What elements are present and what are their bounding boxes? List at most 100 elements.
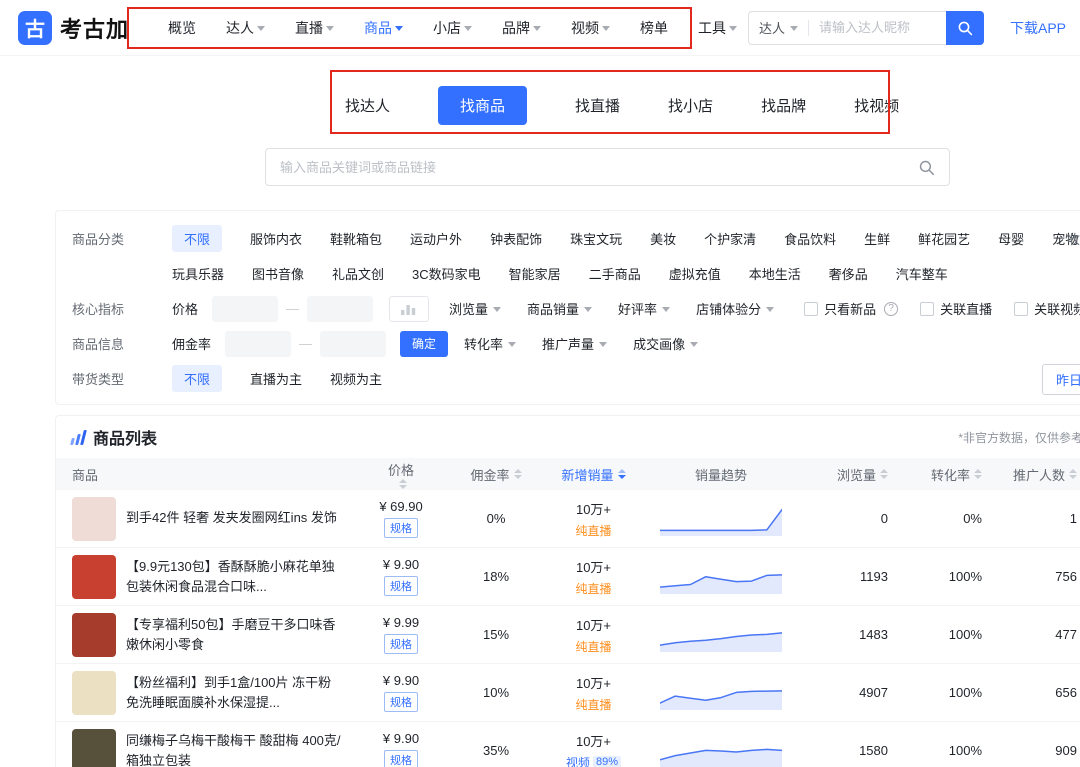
category-option[interactable]: 食品饮料: [784, 229, 836, 248]
spec-tag[interactable]: 规格: [384, 750, 418, 767]
category-option[interactable]: 汽车整车: [896, 264, 948, 283]
category-option[interactable]: 运动户外: [410, 229, 462, 248]
checkbox-linked-video[interactable]: 关联视频: [1014, 299, 1080, 318]
tab-find-video[interactable]: 找视频: [854, 95, 899, 116]
search-category-select[interactable]: 达人: [759, 18, 798, 37]
tab-find-live[interactable]: 找直播: [575, 95, 620, 116]
checkbox-linked-live[interactable]: 关联直播: [920, 299, 992, 318]
nav-item-live[interactable]: 直播: [295, 18, 334, 38]
category-option-unlimited[interactable]: 不限: [172, 225, 222, 252]
nav-item-shop[interactable]: 小店: [433, 18, 472, 38]
category-option[interactable]: 母婴: [998, 229, 1024, 248]
table-row[interactable]: 【粉丝福利】到手1盒/100片 冻干粉免洗睡眠面膜补水保湿提... ¥ 9.90…: [56, 664, 1080, 722]
nav-item-video[interactable]: 视频: [571, 18, 610, 38]
category-option[interactable]: 3C数码家电: [412, 264, 481, 283]
talent-search-box: 达人: [748, 11, 946, 45]
category-option[interactable]: 鞋靴箱包: [330, 229, 382, 248]
dropdown-views[interactable]: 浏览量: [449, 299, 501, 318]
col-header-price[interactable]: 价格: [351, 460, 451, 489]
product-title[interactable]: 【专享福利50包】手磨豆干多口味香嫩休闲小零食: [126, 615, 351, 655]
sort-icon[interactable]: [399, 479, 407, 489]
search-icon[interactable]: [918, 159, 935, 176]
category-option[interactable]: 奢侈品: [829, 264, 868, 283]
category-option[interactable]: 玩具乐器: [172, 264, 224, 283]
dropdown-shop-score[interactable]: 店铺体验分: [696, 299, 774, 318]
category-option[interactable]: 珠宝文玩: [570, 229, 622, 248]
collapse-link[interactable]: 收起: [1067, 229, 1080, 248]
sales-type-label: 视频 89%: [566, 754, 621, 767]
tab-find-talent[interactable]: 找达人: [345, 95, 390, 116]
table-row[interactable]: 同缣梅子乌梅干酸梅干 酸甜梅 400克/箱独立包装 ¥ 9.90 规格 35% …: [56, 722, 1080, 767]
commission-min-input[interactable]: [225, 331, 291, 357]
category-option[interactable]: 生鲜: [864, 229, 890, 248]
tab-find-brand[interactable]: 找品牌: [761, 95, 806, 116]
table-row[interactable]: 【专享福利50包】手磨豆干多口味香嫩休闲小零食 ¥ 9.99 规格 15% 10…: [56, 606, 1080, 664]
nav-item-talent[interactable]: 达人: [226, 18, 265, 38]
spec-tag[interactable]: 规格: [384, 518, 418, 538]
col-header-conversion[interactable]: 转化率: [906, 465, 996, 484]
sales-type-video-first[interactable]: 视频为主: [330, 369, 382, 388]
commission-max-input[interactable]: [320, 331, 386, 357]
category-option[interactable]: 图书音像: [252, 264, 304, 283]
nav-item-overview[interactable]: 概览: [168, 18, 196, 38]
category-option[interactable]: 美妆: [650, 229, 676, 248]
date-range-button-yesterday[interactable]: 昨日: [1042, 364, 1080, 395]
product-title[interactable]: 【9.9元130包】香酥酥脆小麻花单独包装休闲食品混合口味...: [126, 557, 351, 597]
new-sales-cell: 10万+ 纯直播: [541, 615, 646, 655]
sort-icon[interactable]: [880, 469, 888, 479]
sort-icon[interactable]: [974, 469, 982, 479]
spec-tag[interactable]: 规格: [384, 634, 418, 654]
sort-icon[interactable]: [618, 469, 626, 479]
nav-item-rank[interactable]: 榜单: [640, 18, 668, 38]
spec-tag[interactable]: 规格: [384, 692, 418, 712]
sort-icon[interactable]: [514, 469, 522, 479]
product-image: [72, 613, 116, 657]
nav-item-tools[interactable]: 工具: [698, 18, 737, 38]
confirm-button[interactable]: 确定: [400, 331, 448, 357]
filter-label: 商品信息: [72, 334, 172, 353]
sales-type-unlimited[interactable]: 不限: [172, 365, 222, 392]
product-cell: 到手42件 轻奢 发夹发圈网红ins 发饰: [56, 497, 351, 541]
dropdown-promo-volume[interactable]: 推广声量: [542, 334, 607, 353]
price-min-input[interactable]: [212, 296, 278, 322]
category-option[interactable]: 服饰内衣: [250, 229, 302, 248]
download-app-link[interactable]: 下载APP: [1010, 18, 1066, 38]
sales-type-live-first[interactable]: 直播为主: [250, 369, 302, 388]
table-row[interactable]: 【9.9元130包】香酥酥脆小麻花单独包装休闲食品混合口味... ¥ 9.90 …: [56, 548, 1080, 606]
category-option[interactable]: 个护家清: [704, 229, 756, 248]
col-header-views[interactable]: 浏览量: [796, 465, 906, 484]
filter-row-product-info: 商品信息 佣金率 — 确定 转化率 推广声量 成交画像: [72, 326, 1080, 361]
tab-find-product[interactable]: 找商品: [438, 86, 527, 125]
category-option[interactable]: 本地生活: [749, 264, 801, 283]
talent-search-input[interactable]: [819, 20, 925, 35]
col-header-new-sales[interactable]: 新增销量: [541, 465, 646, 484]
nav-item-product[interactable]: 商品: [364, 18, 403, 38]
nav-item-brand[interactable]: 品牌: [502, 18, 541, 38]
category-option[interactable]: 虚拟充值: [669, 264, 721, 283]
sort-icon[interactable]: [1069, 469, 1077, 479]
dropdown-deal-profile[interactable]: 成交画像: [633, 334, 698, 353]
info-icon[interactable]: ?: [884, 302, 898, 316]
price-histogram-button[interactable]: [389, 296, 429, 322]
category-option[interactable]: 鲜花园艺: [918, 229, 970, 248]
search-button[interactable]: [946, 11, 984, 45]
product-title[interactable]: 同缣梅子乌梅干酸梅干 酸甜梅 400克/箱独立包装: [126, 731, 351, 767]
product-search-input[interactable]: [280, 160, 918, 175]
tab-find-shop[interactable]: 找小店: [668, 95, 713, 116]
category-option[interactable]: 礼品文创: [332, 264, 384, 283]
dropdown-product-sales[interactable]: 商品销量: [527, 299, 592, 318]
product-title[interactable]: 到手42件 轻奢 发夹发圈网红ins 发饰: [126, 508, 345, 528]
dropdown-conversion[interactable]: 转化率: [464, 334, 516, 353]
product-title[interactable]: 【粉丝福利】到手1盒/100片 冻干粉免洗睡眠面膜补水保湿提...: [126, 673, 351, 713]
category-option[interactable]: 智能家居: [509, 264, 561, 283]
category-option[interactable]: 二手商品: [589, 264, 641, 283]
brand[interactable]: 古 考古加: [18, 11, 150, 45]
spec-tag[interactable]: 规格: [384, 576, 418, 596]
price-max-input[interactable]: [307, 296, 373, 322]
col-header-commission[interactable]: 佣金率: [451, 465, 541, 484]
category-option[interactable]: 钟表配饰: [490, 229, 542, 248]
col-header-promoters[interactable]: 推广人数: [996, 465, 1080, 484]
table-row[interactable]: 到手42件 轻奢 发夹发圈网红ins 发饰 ¥ 69.90 规格 0% 10万+…: [56, 490, 1080, 548]
dropdown-positive-rate[interactable]: 好评率: [618, 299, 670, 318]
checkbox-new-only[interactable]: 只看新品 ?: [804, 299, 898, 318]
